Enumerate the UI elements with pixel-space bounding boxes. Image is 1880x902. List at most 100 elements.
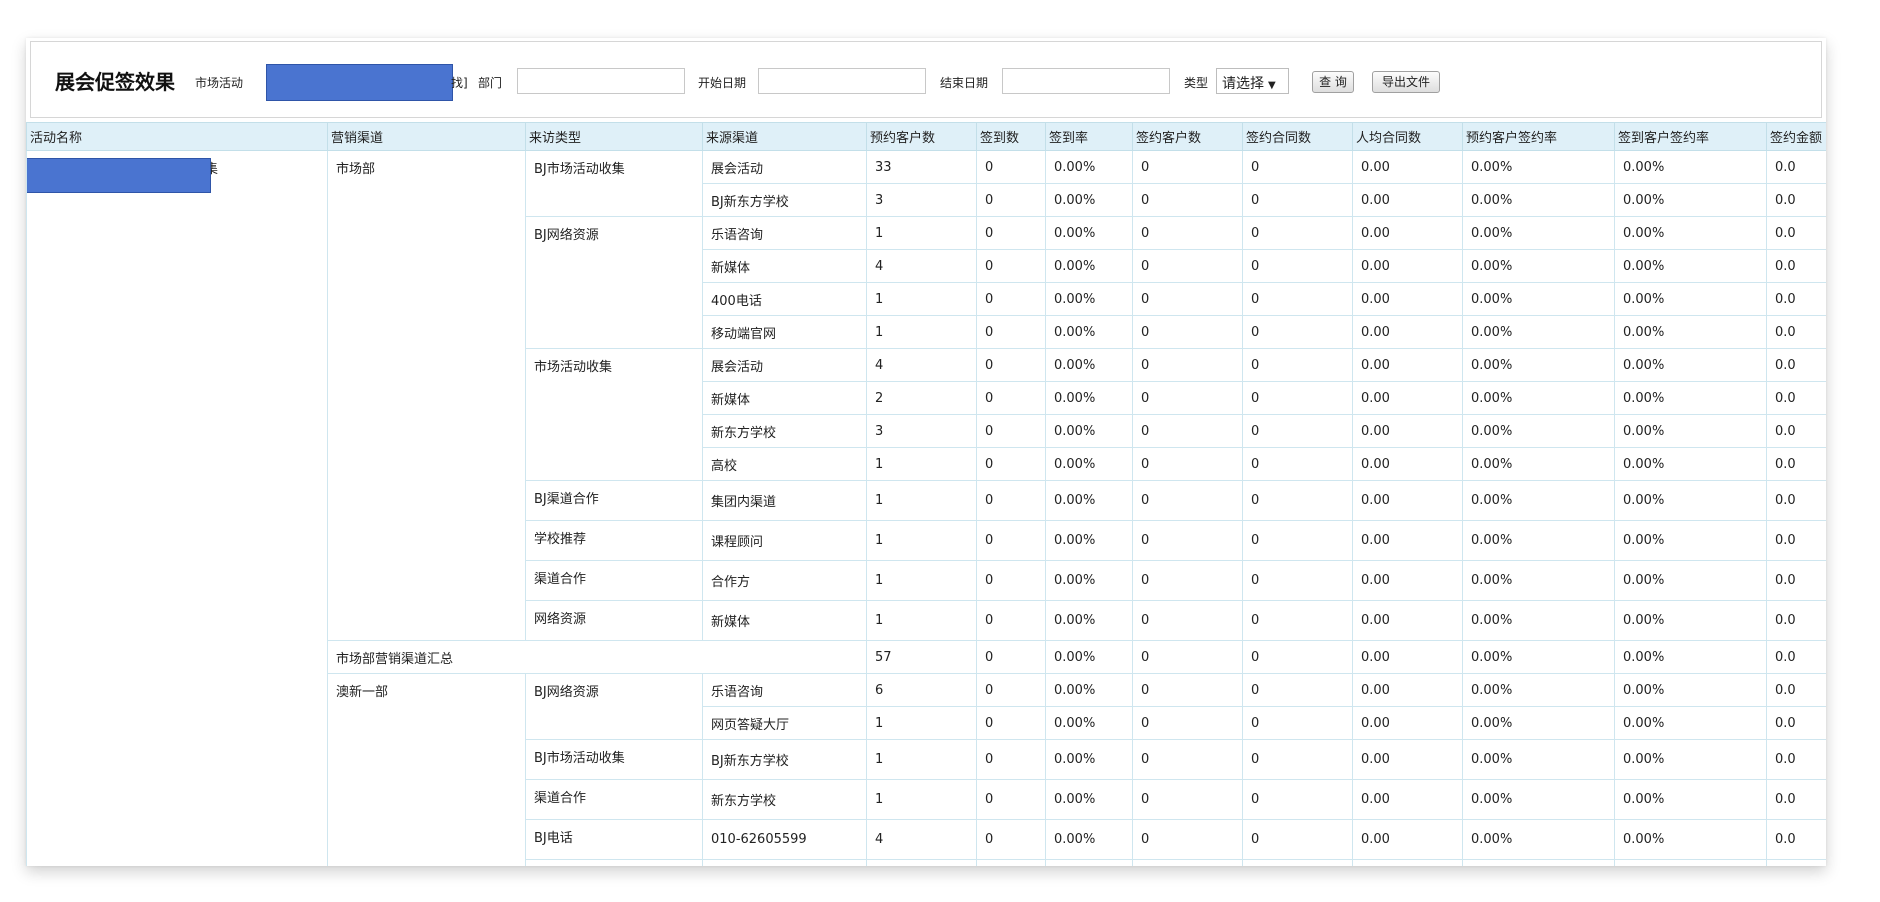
checkin-count-cell: 0	[976, 520, 1046, 561]
column-header[interactable]: 营销渠道	[327, 122, 526, 151]
reserved-sign-rate-cell: 0.00%	[1462, 673, 1615, 707]
summary-label-cell: 市场部营销渠道汇总	[327, 640, 867, 674]
checkin-sign-rate-cell: 0.00%	[1614, 216, 1767, 250]
source-channel-cell: 新媒体	[702, 249, 867, 283]
reserved-sign-rate-cell: 0.00%	[1462, 560, 1615, 601]
column-header[interactable]: 签约客户数	[1132, 122, 1243, 151]
reserved-count-cell: 1	[866, 600, 977, 641]
amount-cell: 0.0	[1766, 183, 1826, 217]
contracts-cell: 0	[1242, 673, 1353, 707]
reserved-count-cell: 1	[866, 282, 977, 316]
contracts-cell: 0	[1242, 520, 1353, 561]
avg-contracts-cell: 0.00	[1352, 249, 1463, 283]
table-row[interactable]: 集市场部 BJ市场活动收集 展会活动 33 0 0.00% 0 0 0.00 0.00% 0.00%…	[26, 150, 1826, 866]
signed-customers-cell: 0	[1132, 183, 1243, 217]
checkin-count-cell: 0	[976, 282, 1046, 316]
amount-cell: 0.0	[1766, 348, 1826, 382]
checkin-count-cell: 0	[976, 381, 1046, 415]
contracts-cell: 0	[1242, 859, 1353, 866]
signed-customers-cell: 0	[1132, 600, 1243, 641]
reserved-sign-rate-cell: 0.00%	[1462, 600, 1615, 641]
amount-cell: 0.0	[1766, 216, 1826, 250]
amount-cell: 0.0	[1766, 414, 1826, 448]
source-channel-cell: 课程顾问	[702, 859, 867, 866]
reserved-count-cell: 1	[866, 560, 977, 601]
signed-customers-cell: 0	[1132, 414, 1243, 448]
checkin-count-cell: 0	[976, 249, 1046, 283]
column-header[interactable]: 预约客户数	[866, 122, 977, 151]
signed-customers-cell: 0	[1132, 282, 1243, 316]
column-header[interactable]: 签到客户签约率	[1614, 122, 1767, 151]
lookup-link[interactable]: 找]	[451, 74, 468, 91]
avg-contracts-cell: 0.00	[1352, 819, 1463, 860]
column-header[interactable]: 来源渠道	[702, 122, 867, 151]
checkin-count-cell: 0	[976, 447, 1046, 481]
market-activity-input-redacted[interactable]	[266, 64, 453, 101]
amount-cell: 0.0	[1766, 819, 1826, 860]
reserved-count-cell: 3	[866, 859, 977, 866]
reserved-count-cell: 2	[866, 381, 977, 415]
contracts-cell: 0	[1242, 249, 1353, 283]
reserved-sign-rate-cell: 0.00%	[1462, 520, 1615, 561]
column-header[interactable]: 签到数	[976, 122, 1046, 151]
reserved-count-cell: 1	[866, 779, 977, 820]
checkin-sign-rate-cell: 0.00%	[1614, 315, 1767, 349]
contracts-cell: 0	[1242, 183, 1353, 217]
source-channel-cell: BJ新东方学校	[702, 183, 867, 217]
column-header[interactable]: 签到率	[1045, 122, 1133, 151]
visit-type-cell: BJ市场活动收集	[525, 739, 703, 780]
contracts-cell: 0	[1242, 447, 1353, 481]
checkin-rate-cell: 0.00%	[1045, 673, 1133, 707]
checkin-rate-cell: 0.00%	[1045, 739, 1133, 780]
checkin-count-cell: 0	[976, 739, 1046, 780]
visit-type-cell: 学校推荐	[525, 520, 703, 561]
avg-contracts-cell: 0.00	[1352, 315, 1463, 349]
signed-customers-cell: 0	[1132, 216, 1243, 250]
avg-contracts-cell: 0.00	[1352, 183, 1463, 217]
reserved-count-cell: 1	[866, 447, 977, 481]
avg-contracts-cell: 0.00	[1352, 779, 1463, 820]
end-date-input[interactable]	[1002, 68, 1170, 94]
contracts-cell: 0	[1242, 480, 1353, 521]
amount-cell: 0.0	[1766, 779, 1826, 820]
signed-customers-cell: 0	[1132, 560, 1243, 601]
reserved-count-cell: 3	[866, 183, 977, 217]
reserved-sign-rate-cell: 0.00%	[1462, 414, 1615, 448]
column-header[interactable]: 来访类型	[525, 122, 703, 151]
contracts-cell: 0	[1242, 706, 1353, 740]
checkin-rate-cell: 0.00%	[1045, 216, 1133, 250]
source-channel-cell: 网页答疑大厅	[702, 706, 867, 740]
signed-customers-cell: 0	[1132, 348, 1243, 382]
source-channel-cell: 新东方学校	[702, 414, 867, 448]
column-header[interactable]: 活动名称	[26, 122, 328, 151]
checkin-rate-cell: 0.00%	[1045, 600, 1133, 641]
reserved-count-cell: 1	[866, 520, 977, 561]
column-header[interactable]: 签约金额	[1766, 122, 1826, 151]
reserved-count-cell: 1	[866, 739, 977, 780]
amount-cell: 0.0	[1766, 381, 1826, 415]
column-header[interactable]: 人均合同数	[1352, 122, 1463, 151]
column-header[interactable]: 预约客户签约率	[1462, 122, 1615, 151]
source-channel-cell: 移动端官网	[702, 315, 867, 349]
start-date-input[interactable]	[758, 68, 926, 94]
source-channel-cell: 集团内渠道	[702, 480, 867, 521]
type-select[interactable]: 请选择 ▼	[1216, 68, 1289, 94]
column-header[interactable]: 签约合同数	[1242, 122, 1353, 151]
report-card: 展会促签效果 市场活动 找] 部门 开始日期 结束日期 类型 请选择 ▼ 查 询 …	[26, 38, 1826, 866]
reserved-count-cell: 1	[866, 315, 977, 349]
checkin-sign-rate-cell: 0.00%	[1614, 480, 1767, 521]
export-button[interactable]: 导出文件	[1372, 71, 1440, 93]
department-input[interactable]	[517, 68, 685, 94]
source-channel-cell: BJ新东方学校	[702, 739, 867, 780]
checkin-rate-cell: 0.00%	[1045, 859, 1133, 866]
amount-cell: 0.0	[1766, 480, 1826, 521]
signed-customers-cell: 0	[1132, 249, 1243, 283]
dropdown-arrow-icon: ▼	[1268, 80, 1276, 91]
reserved-sign-rate-cell: 0.00%	[1462, 779, 1615, 820]
checkin-rate-cell: 0.00%	[1045, 819, 1133, 860]
contracts-cell: 0	[1242, 216, 1353, 250]
query-button[interactable]: 查 询	[1312, 71, 1354, 93]
amount-cell: 0.0	[1766, 315, 1826, 349]
checkin-rate-cell: 0.00%	[1045, 282, 1133, 316]
amount-cell: 0.0	[1766, 859, 1826, 866]
